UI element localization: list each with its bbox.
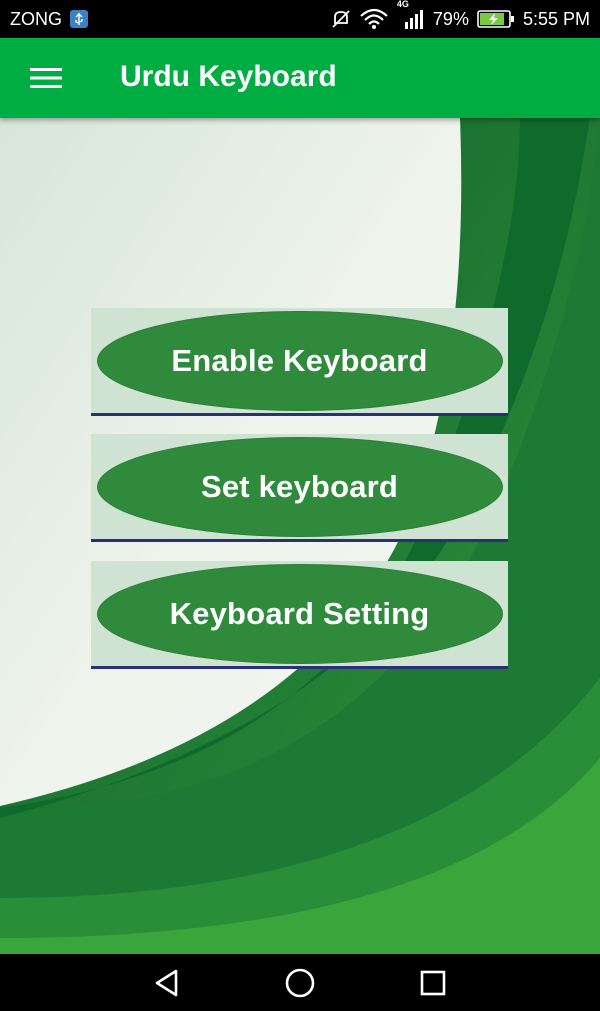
status-bar: ZONG 4G 79% 5:55 PM	[0, 0, 600, 38]
keyboard-setting-oval: Keyboard Setting	[96, 563, 503, 664]
app-title: Urdu Keyboard	[120, 60, 337, 93]
hamburger-menu-icon[interactable]	[22, 58, 70, 98]
back-icon[interactable]	[137, 962, 197, 1004]
carrier-name: ZONG	[10, 8, 62, 29]
set-keyboard-oval: Set keyboard	[96, 436, 503, 537]
home-icon[interactable]	[270, 962, 330, 1004]
mute-icon	[331, 9, 351, 29]
set-keyboard-label: Set keyboard	[200, 468, 399, 504]
main-content: Enable Keyboard Set keyboard Keyboard Se…	[0, 118, 600, 954]
battery-percent: 79%	[432, 8, 469, 29]
enable-keyboard-oval: Enable Keyboard	[96, 310, 503, 411]
keyboard-setting-label: Keyboard Setting	[169, 595, 430, 631]
enable-keyboard-button[interactable]: Enable Keyboard	[91, 308, 508, 416]
clock: 5:55 PM	[522, 8, 590, 29]
wifi-icon	[359, 8, 389, 30]
signal-icon: 4G	[397, 0, 425, 30]
app-bar: Urdu Keyboard	[0, 38, 600, 118]
keyboard-setting-button[interactable]: Keyboard Setting	[91, 561, 508, 669]
set-keyboard-button[interactable]: Set keyboard	[91, 434, 508, 542]
battery-charging-icon	[477, 9, 515, 29]
navigation-bar	[0, 954, 600, 1011]
status-right: 4G 79% 5:55 PM	[331, 0, 600, 30]
network-type: 4G	[396, 0, 409, 9]
usb-icon	[70, 10, 88, 28]
enable-keyboard-label: Enable Keyboard	[171, 342, 428, 378]
recents-icon[interactable]	[403, 962, 463, 1004]
status-left: ZONG	[0, 9, 88, 30]
